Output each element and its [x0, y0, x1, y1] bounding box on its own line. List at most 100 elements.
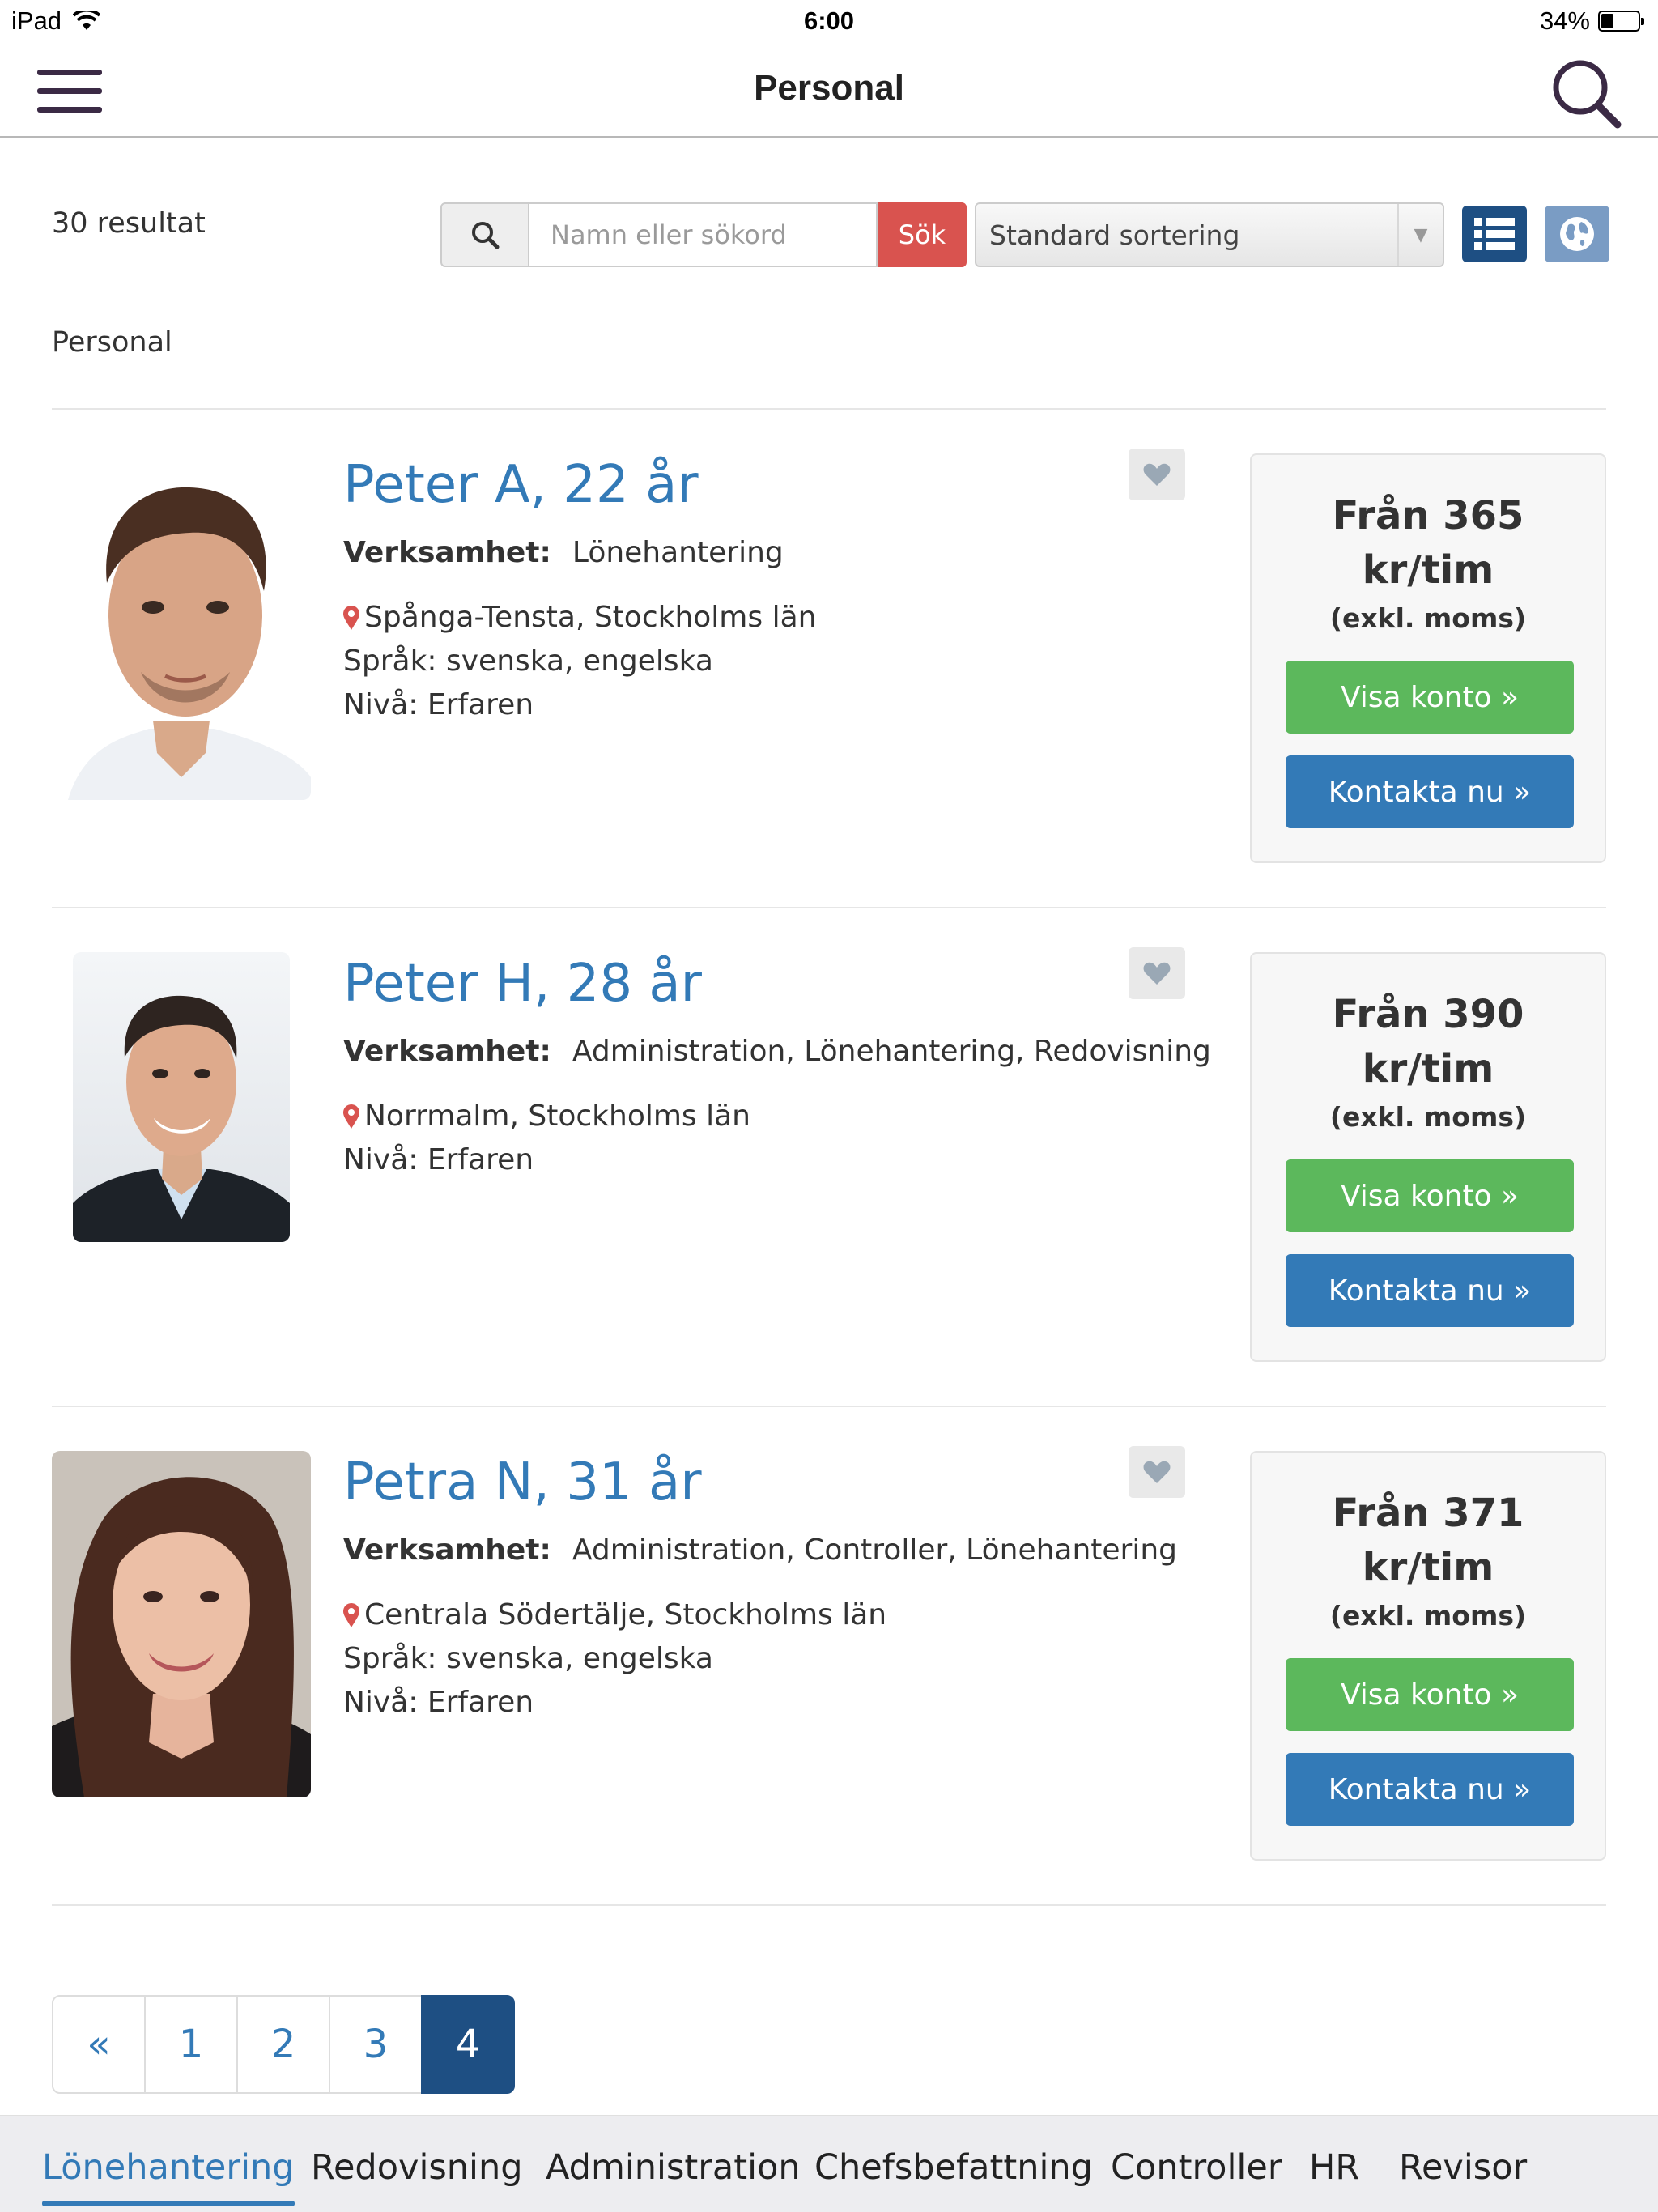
business-value: Administration, Controller, Lönehanterin… [572, 1534, 1178, 1567]
price-unit: kr/tim [1362, 547, 1494, 593]
search-group: Sök [440, 202, 967, 267]
business-row: Verksamhet: Administration, Lönehantering… [343, 1030, 1211, 1074]
staff-name-link[interactable]: Petra N, 31 år [343, 1453, 702, 1512]
page-prev-button[interactable]: « [52, 1995, 146, 2094]
price-amount: Från 390 [1332, 992, 1524, 1037]
page-title: Personal [754, 68, 904, 108]
price-unit: kr/tim [1362, 1545, 1494, 1590]
nav-bar: Personal [0, 44, 1658, 138]
map-marker-icon [343, 606, 359, 630]
price-note: (exkl. moms) [1329, 602, 1527, 634]
staff-info: Verksamhet: Administration, Controller, L… [343, 1529, 1177, 1725]
map-marker-icon [343, 1603, 359, 1627]
favorite-button[interactable] [1129, 1446, 1185, 1498]
battery-percent: 34% [1539, 6, 1590, 35]
staff-info: Verksamhet: Lönehantering Spånga-Tensta, … [343, 531, 816, 727]
staff-info: Verksamhet: Administration, Lönehantering… [343, 1030, 1211, 1182]
view-account-button[interactable]: Visa konto » [1286, 1159, 1574, 1232]
search-icon[interactable] [1550, 57, 1622, 130]
profile-photo-image [52, 453, 311, 800]
tab-redovisning[interactable]: Redovisning [311, 2147, 523, 2188]
status-bar: iPad 6:00 34% [0, 0, 1658, 44]
list-icon [1474, 218, 1515, 250]
location-value: Centrala Södertälje, Stockholms län [364, 1598, 887, 1631]
price-note: (exkl. moms) [1329, 1600, 1527, 1631]
business-row: Verksamhet: Administration, Controller, L… [343, 1529, 1177, 1572]
location-row: Centrala Södertälje, Stockholms län [343, 1593, 1177, 1637]
staff-card: Peter A, 22 år Verksamhet: Lönehantering … [52, 410, 1606, 863]
tab-administration[interactable]: Administration [546, 2147, 801, 2188]
map-view-button[interactable] [1545, 206, 1609, 262]
contact-now-button[interactable]: Kontakta nu » [1286, 1254, 1574, 1327]
price-box: Från 371 kr/tim (exkl. moms) Visa konto »… [1250, 1451, 1606, 1861]
heart-icon [1143, 463, 1171, 486]
staff-name-link[interactable]: Peter A, 22 år [343, 455, 699, 515]
tab-revisor[interactable]: Revisor [1399, 2147, 1527, 2188]
profile-photo[interactable] [73, 952, 290, 1242]
level-row: Nivå: Erfaren [343, 1686, 534, 1719]
page-button-3[interactable]: 3 [329, 1995, 423, 2094]
list-view-button[interactable] [1462, 206, 1527, 262]
profile-photo-image [73, 952, 290, 1242]
sort-selected-value: Standard sortering [989, 219, 1240, 251]
view-account-button[interactable]: Visa konto » [1286, 661, 1574, 734]
tab-hr[interactable]: HR [1309, 2147, 1359, 2188]
battery-fill [1601, 14, 1613, 28]
page-button-2[interactable]: 2 [236, 1995, 330, 2094]
location-value: Spånga-Tensta, Stockholms län [364, 601, 817, 634]
category-tab-bar: Lönehantering Redovisning Administration… [0, 2115, 1658, 2212]
chevron-down-icon: ▼ [1397, 204, 1443, 266]
search-addon [440, 202, 529, 267]
globe-icon [1560, 217, 1594, 251]
contact-now-button[interactable]: Kontakta nu » [1286, 755, 1574, 828]
business-value: Lönehantering [572, 536, 784, 569]
tab-lonehantering[interactable]: Lönehantering [42, 2147, 295, 2206]
search-button[interactable]: Sök [878, 202, 967, 267]
profile-photo[interactable] [52, 453, 311, 800]
clock: 6:00 [803, 6, 855, 35]
favorite-button[interactable] [1129, 947, 1185, 999]
search-icon [472, 222, 500, 249]
staff-name-link[interactable]: Peter H, 28 år [343, 954, 702, 1014]
pagination: « 1 2 3 4 [52, 1995, 515, 2094]
language-row: Språk: svenska, engelska [343, 644, 713, 678]
price-box: Från 365 kr/tim (exkl. moms) Visa konto »… [1250, 453, 1606, 863]
page-button-4[interactable]: 4 [421, 1995, 515, 2094]
price-unit: kr/tim [1362, 1046, 1494, 1091]
favorite-button[interactable] [1129, 449, 1185, 500]
location-value: Norrmalm, Stockholms län [364, 1100, 750, 1133]
business-value: Administration, Lönehantering, Redovisni… [572, 1035, 1211, 1068]
divider [52, 1904, 1606, 1906]
location-row: Norrmalm, Stockholms län [343, 1095, 1211, 1138]
staff-card: Peter H, 28 år Verksamhet: Administration… [52, 908, 1606, 1362]
result-count: 30 resultat [52, 207, 206, 240]
language-row: Språk: svenska, engelska [343, 1642, 713, 1675]
section-label: Personal [52, 326, 172, 359]
price-text: Från 371 kr/tim [1252, 1487, 1605, 1595]
tab-controller[interactable]: Controller [1111, 2147, 1282, 2188]
view-account-button[interactable]: Visa konto » [1286, 1658, 1574, 1731]
tab-chefsbefattning[interactable]: Chefsbefattning [814, 2147, 1093, 2188]
business-label: Verksamhet: [343, 1534, 551, 1567]
staff-card: Petra N, 31 år Verksamhet: Administration… [52, 1407, 1606, 1861]
search-input[interactable] [529, 202, 878, 267]
level-row: Nivå: Erfaren [343, 688, 534, 721]
business-label: Verksamhet: [343, 1035, 551, 1068]
status-right: 34% [1539, 6, 1644, 36]
heart-icon [1143, 1461, 1171, 1483]
profile-photo-image [52, 1451, 311, 1797]
profile-photo[interactable] [52, 1451, 311, 1797]
price-box: Från 390 kr/tim (exkl. moms) Visa konto »… [1250, 952, 1606, 1362]
price-text: Från 390 kr/tim [1252, 988, 1605, 1096]
location-row: Spånga-Tensta, Stockholms län [343, 596, 816, 640]
page-button-1[interactable]: 1 [144, 1995, 238, 2094]
price-amount: Från 365 [1332, 493, 1524, 538]
level-row: Nivå: Erfaren [343, 1143, 534, 1176]
price-note: (exkl. moms) [1329, 1101, 1527, 1133]
map-marker-icon [343, 1104, 359, 1129]
sort-select[interactable]: Standard sortering ▼ [975, 202, 1444, 267]
business-label: Verksamhet: [343, 536, 551, 569]
heart-icon [1143, 962, 1171, 985]
business-row: Verksamhet: Lönehantering [343, 531, 816, 575]
contact-now-button[interactable]: Kontakta nu » [1286, 1753, 1574, 1826]
